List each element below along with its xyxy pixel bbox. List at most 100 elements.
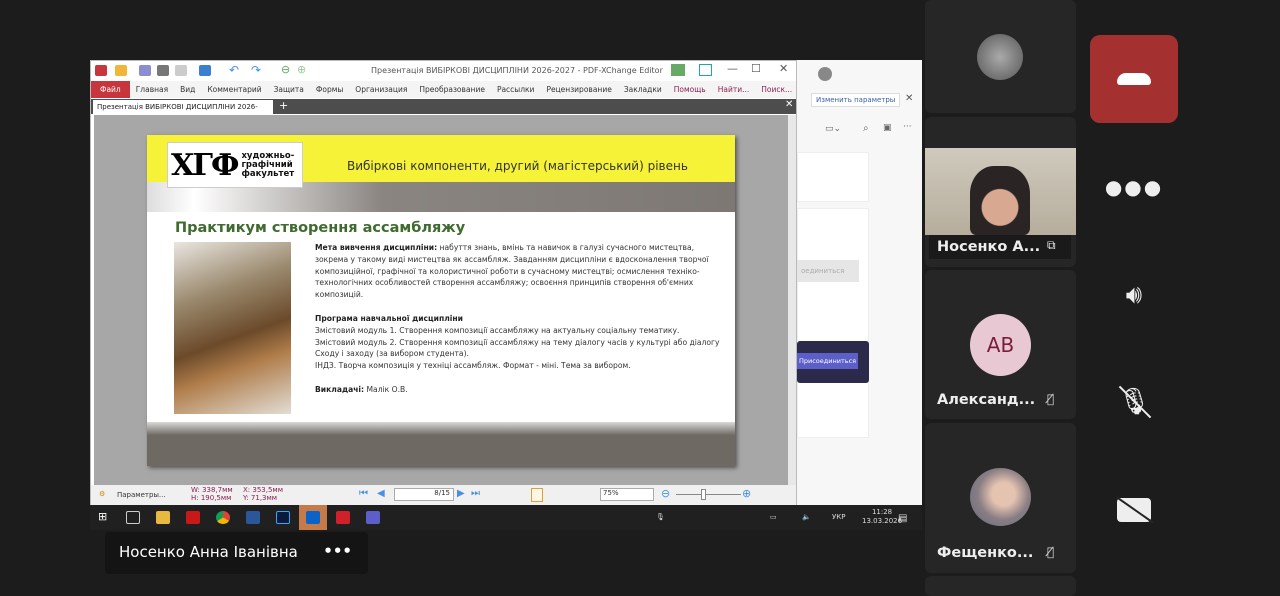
menu-bookmarks[interactable]: Закладки	[618, 85, 668, 94]
pdf-editor-icon[interactable]	[336, 511, 350, 524]
close-button[interactable]: ✕	[779, 62, 788, 75]
chrome-icon[interactable]	[216, 511, 230, 524]
volume-icon[interactable]: 🔈	[802, 513, 811, 521]
menu-help[interactable]: Помощь	[668, 85, 712, 94]
status-bar: ⚙ Параметры... W: 338,7мм H: 190,5мм X: 3…	[91, 485, 796, 505]
minimize-button[interactable]: —	[727, 62, 738, 75]
windows-taskbar: ⊞ 🎙 ▭ 🔈 УКР 11:28 13.03.2026 ▤	[90, 505, 922, 530]
menu-file[interactable]: Файл	[91, 81, 130, 98]
participant-tile[interactable]	[925, 0, 1076, 113]
redo-icon[interactable]: ↷	[251, 63, 261, 77]
more-options-icon[interactable]: •••	[323, 531, 352, 571]
settings-icon[interactable]	[671, 64, 685, 76]
search-button[interactable]: Поиск...	[755, 85, 798, 94]
presenter-icon: ⧉	[1047, 238, 1056, 252]
menu-protect[interactable]: Защита	[268, 85, 310, 94]
page-input[interactable]: 8/15	[394, 488, 454, 501]
zoom-slider-handle[interactable]	[701, 489, 706, 500]
camera-off-icon	[1116, 496, 1154, 524]
zoom-select[interactable]: 75%	[600, 488, 654, 501]
next-page-icon[interactable]: ▶	[457, 488, 465, 499]
close-icon[interactable]: ✕	[905, 93, 913, 104]
menu-mailings[interactable]: Рассылки	[491, 85, 541, 94]
open-icon[interactable]	[115, 65, 127, 76]
join-button-faded[interactable]: оединиться	[797, 260, 859, 282]
single-page-icon[interactable]	[531, 488, 543, 502]
vertical-scrollbar[interactable]	[788, 115, 796, 485]
gear-icon[interactable]: ⚙	[99, 490, 105, 498]
first-page-icon[interactable]: ⏮	[359, 488, 368, 499]
teams-icon[interactable]	[366, 511, 380, 524]
app-red-icon[interactable]	[186, 511, 200, 524]
more-button[interactable]: ●●●	[1090, 143, 1178, 231]
zoom-out-icon[interactable]: ⊖	[661, 487, 670, 500]
word-icon[interactable]	[246, 511, 260, 524]
battery-icon[interactable]: ▭	[770, 513, 777, 521]
email-icon[interactable]	[175, 65, 187, 76]
document-view[interactable]: ХГФ художньо-графічний факультет Вибірков…	[94, 115, 791, 485]
menu-review[interactable]: Рецензирование	[540, 85, 617, 94]
profile-avatar[interactable]	[818, 67, 832, 81]
menu-view[interactable]: Вид	[174, 85, 201, 94]
forward-icon[interactable]: ⊕	[297, 63, 306, 76]
photoshop-icon[interactable]	[276, 511, 290, 524]
slide-body: Мета вивчення дисципліни: набуття знань,…	[315, 242, 729, 396]
avatar	[977, 34, 1023, 80]
camera-button[interactable]	[1090, 466, 1178, 554]
outlook-taskbar-item[interactable]	[299, 505, 327, 530]
notifications-icon[interactable]: ▤	[898, 513, 907, 524]
program-item: Змістовий модуль 1. Створення композиції…	[315, 325, 680, 335]
back-icon[interactable]: ⊖	[281, 63, 290, 76]
panel-icon[interactable]: ▣	[883, 123, 892, 133]
hang-up-button[interactable]	[1090, 35, 1178, 123]
more-icon[interactable]: ···	[903, 122, 912, 132]
height-readout: H: 190,5мм	[191, 494, 232, 502]
app-icon	[95, 65, 107, 76]
participant-tile[interactable]	[925, 576, 1076, 596]
speaker-button[interactable]: 🔊︎	[1090, 251, 1178, 339]
new-tab-icon[interactable]: +	[279, 99, 288, 112]
prev-page-icon[interactable]: ◀	[377, 488, 385, 499]
mute-button[interactable]: 🎙︎	[1090, 358, 1178, 446]
slide-footer-band	[147, 422, 735, 466]
zoom-in-icon[interactable]: ⊕	[742, 487, 751, 500]
menu-home[interactable]: Главная	[130, 85, 174, 94]
undo-icon[interactable]: ↶	[229, 63, 239, 77]
program-item: ІНДЗ. Творча композиція у техніці ассамб…	[315, 361, 631, 371]
title-bar: ↶ ↷ ⊖ ⊕ Презентація ВИБІРКОВІ ДИСЦИПЛІНИ…	[91, 61, 796, 81]
language-indicator[interactable]: УКР	[832, 513, 845, 521]
participant-tile[interactable]: Носенко А... ⧉	[925, 117, 1076, 267]
save-icon[interactable]	[139, 65, 151, 76]
microphone-icon[interactable]: 🎙	[656, 513, 665, 521]
explorer-icon[interactable]	[156, 511, 170, 524]
zoom-slider[interactable]	[676, 494, 741, 495]
date: 13.03.2026	[862, 517, 903, 525]
change-params-button[interactable]: Изменить параметры	[811, 93, 901, 107]
document-tab[interactable]: Презентація ВИБІРКОВІ ДИСЦИПЛІНИ 2026-20…	[93, 100, 273, 125]
last-page-icon[interactable]: ⏭	[471, 488, 480, 499]
fullscreen-icon[interactable]	[699, 64, 712, 76]
print-icon[interactable]	[157, 65, 169, 76]
video-icon[interactable]: ▭⌄	[825, 124, 841, 134]
menu-convert[interactable]: Преобразование	[413, 85, 491, 94]
tab-bar: Презентація ВИБІРКОВІ ДИСЦИПЛІНИ 2026-20…	[91, 99, 796, 125]
outlook-icon	[306, 511, 320, 524]
clock[interactable]: 11:28 13.03.2026	[862, 508, 902, 526]
close-document-icon[interactable]: ✕	[785, 99, 793, 110]
menu-forms[interactable]: Формы	[310, 85, 349, 94]
scan-icon[interactable]	[199, 65, 211, 76]
maximize-button[interactable]: ☐	[751, 62, 761, 75]
participant-name: Носенко А...	[937, 239, 1041, 255]
task-view-icon[interactable]	[126, 511, 140, 524]
participant-tile[interactable]: АВ Александ... 🎙̸	[925, 270, 1076, 419]
search-icon[interactable]: ⌕	[863, 123, 869, 134]
slide: ХГФ художньо-графічний факультет Вибірков…	[147, 135, 735, 466]
menu-comment[interactable]: Комментарий	[201, 85, 267, 94]
slide-header: Вибіркові компоненти, другий (магістерсь…	[347, 159, 688, 173]
params-button[interactable]: Параметры...	[117, 491, 166, 499]
participant-tile[interactable]: Фещенко... 🎙̸	[925, 423, 1076, 573]
menu-organize[interactable]: Организация	[349, 85, 413, 94]
find-button[interactable]: Найти...	[712, 85, 756, 94]
start-icon[interactable]: ⊞	[98, 510, 107, 523]
join-button[interactable]: Присоединиться	[797, 353, 859, 369]
